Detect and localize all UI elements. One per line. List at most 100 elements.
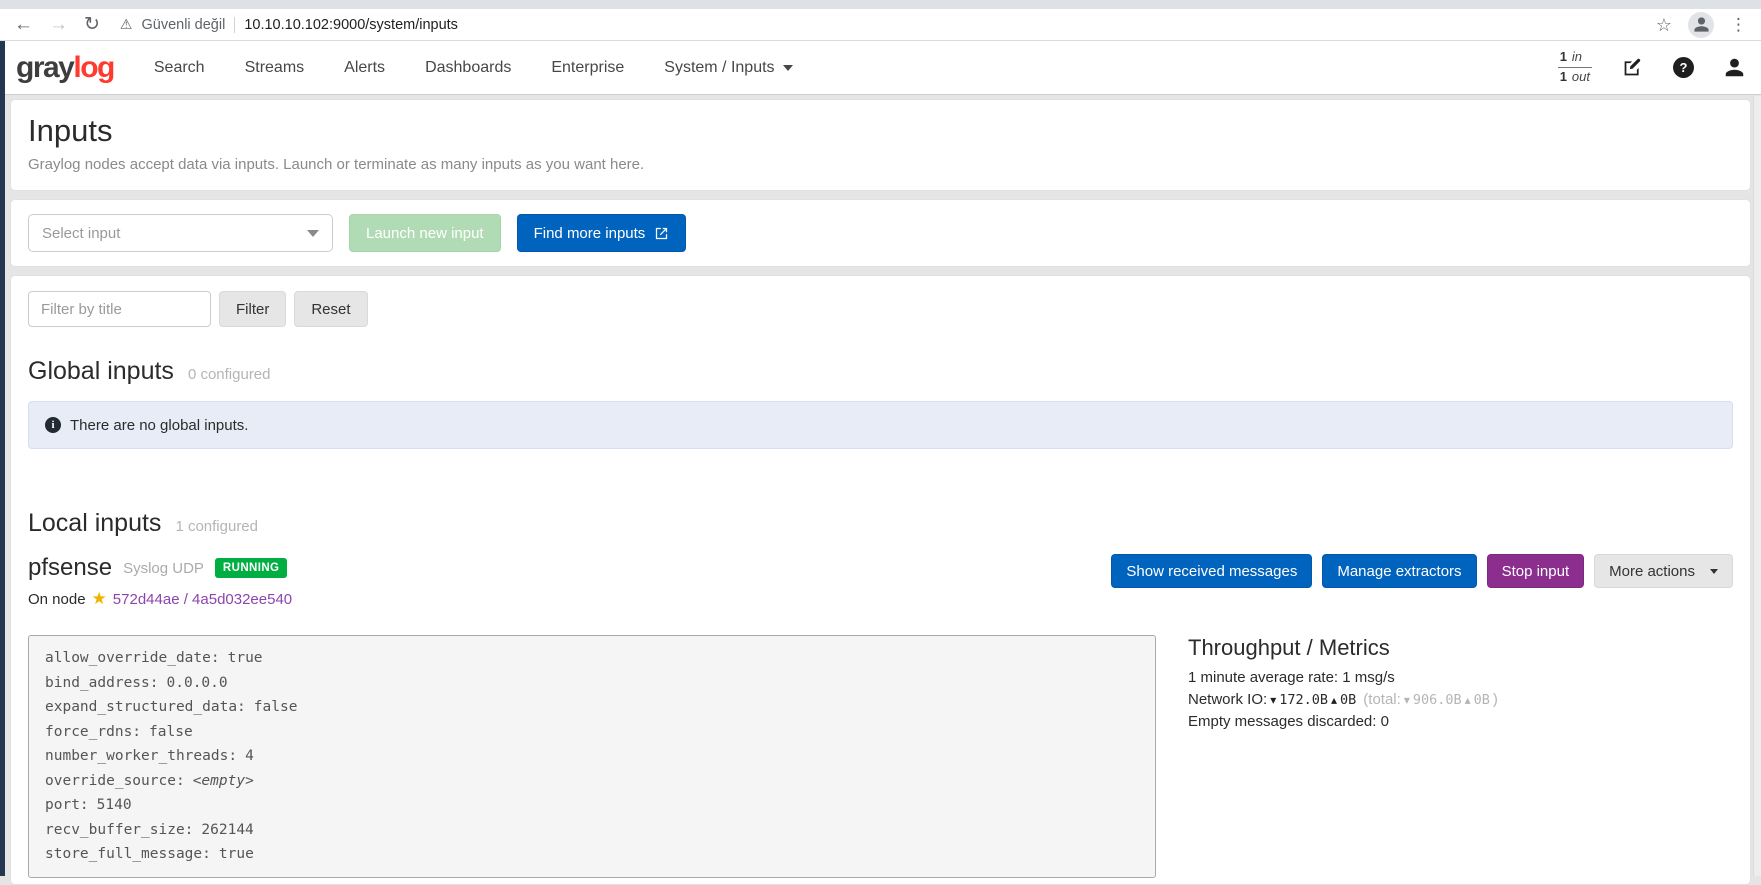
nav-item-alerts[interactable]: Alerts [344, 59, 385, 77]
input-title-block: pfsense Syslog UDP RUNNING On node ★ 572… [28, 554, 292, 609]
caret-down-icon [307, 229, 319, 237]
config-key: port: [45, 797, 89, 813]
security-warning-icon[interactable]: ⚠ [120, 16, 133, 33]
metrics-heading: Throughput / Metrics [1188, 635, 1390, 660]
nav-item-dashboards[interactable]: Dashboards [425, 59, 511, 77]
browser-chrome: ← → ↻ ⚠ Güvenli değil 10.10.10.102:9000/… [0, 0, 1761, 41]
config-value: <empty> [192, 772, 254, 789]
input-name: pfsense [28, 554, 113, 581]
page-description: Graylog nodes accept data via inputs. La… [28, 156, 645, 173]
local-inputs-count: 1 configured [175, 518, 258, 535]
config-key: store_full_message: [45, 846, 211, 862]
filter-button[interactable]: Filter [219, 291, 287, 327]
metric-network-io: Network IO: ▾ 172.0B ▴ 0B (total: ▾ 906.0B … [1188, 689, 1498, 711]
config-key: number_worker_threads: [45, 748, 238, 764]
nav-item-enterprise[interactable]: Enterprise [551, 59, 624, 77]
filter-input[interactable] [28, 291, 211, 327]
security-warning-label[interactable]: Güvenli değil [141, 17, 225, 33]
more-actions-button[interactable]: More actions [1594, 554, 1733, 588]
page-header-card: Inputs Graylog nodes accept data via inp… [10, 99, 1751, 191]
browser-toolbar: ← → ↻ ⚠ Güvenli değil 10.10.10.102:9000/… [0, 9, 1761, 41]
local-inputs-header: Local inputs 1 configured [28, 509, 1733, 538]
network-io-total-down-value: 906.0B [1412, 692, 1462, 708]
local-inputs-title: Local inputs [28, 509, 162, 537]
total-close-label: ) [1492, 691, 1498, 708]
user-account-icon[interactable] [1724, 57, 1745, 78]
throughput-widget[interactable]: 1 in 1 out [1557, 48, 1592, 87]
input-entry-header: pfsense Syslog UDP RUNNING On node ★ 572… [28, 554, 1733, 609]
help-icon[interactable]: ? [1673, 57, 1694, 78]
download-arrow-icon: ▾ [1403, 693, 1410, 707]
leader-star-icon: ★ [91, 589, 107, 608]
input-actions: Show received messages Manage extractors… [1111, 554, 1733, 588]
input-type: Syslog UDP [123, 559, 204, 577]
url-separator [234, 16, 236, 33]
config-value: false [253, 699, 298, 715]
browser-back-icon[interactable]: ← [14, 15, 33, 34]
global-inputs-header: Global inputs 0 configured [28, 357, 1733, 386]
throughput-in: 1 in [1557, 48, 1592, 68]
nav-item-system-inputs[interactable]: System / Inputs [664, 58, 793, 77]
launch-new-input-button[interactable]: Launch new input [349, 214, 501, 252]
manage-extractors-button[interactable]: Manage extractors [1322, 554, 1477, 588]
browser-profile-avatar[interactable] [1688, 11, 1714, 38]
config-key: force_rdns: [45, 723, 142, 740]
config-key: recv_buffer_size: [45, 821, 194, 838]
reset-button[interactable]: Reset [294, 291, 368, 327]
node-prefix: On node [28, 590, 86, 608]
download-arrow-icon: ▾ [1270, 693, 1277, 707]
find-more-inputs-button[interactable]: Find more inputs [516, 214, 687, 252]
metric-average-rate: 1 minute average rate: 1 msg/s [1188, 667, 1498, 689]
stop-input-button[interactable]: Stop input [1486, 554, 1585, 588]
average-rate-text: 1 minute average rate: 1 msg/s [1188, 669, 1395, 686]
navbar-right: 1 in 1 out ? [1557, 48, 1745, 87]
config-row: force_rdns: false [45, 720, 1139, 745]
info-icon: i [45, 417, 61, 433]
external-link-icon [656, 227, 668, 239]
bookmark-star-icon[interactable]: ☆ [1656, 16, 1672, 34]
filter-row: Filter Reset [28, 291, 1733, 327]
logo-log-text: log [73, 50, 115, 84]
upload-arrow-icon: ▴ [1464, 693, 1471, 707]
total-open-label: (total: [1363, 691, 1401, 708]
url-text[interactable]: 10.10.10.102:9000/system/inputs [244, 17, 458, 33]
nav-item-system-inputs-label: System / Inputs [664, 58, 775, 76]
config-key: allow_override_date: [45, 650, 220, 666]
graylog-logo[interactable]: graylog [16, 50, 115, 85]
select-input-placeholder: Select input [42, 224, 121, 242]
upload-arrow-icon: ▴ [1331, 693, 1338, 707]
create-input-card: Select input Launch new input Find more … [10, 199, 1751, 267]
throughput-in-unit: in [1571, 48, 1583, 64]
status-badge: RUNNING [214, 558, 288, 578]
browser-address-bar[interactable]: ⚠ Güvenli değil 10.10.10.102:9000/system… [120, 16, 1640, 33]
config-row: override_source: <empty> [45, 769, 1139, 794]
network-io-label: Network IO: [1188, 691, 1268, 708]
nav-links: Search Streams Alerts Dashboards Enterpr… [154, 59, 793, 77]
edit-compose-icon[interactable] [1622, 57, 1643, 78]
nav-item-search[interactable]: Search [154, 59, 205, 77]
network-io-total: (total: ▾ 906.0B ▴ 0B ) [1363, 689, 1498, 711]
select-input-dropdown[interactable]: Select input [28, 214, 333, 252]
empty-discarded-text: Empty messages discarded: 0 [1188, 713, 1389, 730]
input-configuration-well: allow_override_date: true bind_address: 0.… [28, 635, 1156, 878]
throughput-out-value: 1 [1559, 68, 1567, 84]
metric-empty-discarded: Empty messages discarded: 0 [1188, 711, 1498, 733]
browser-menu-icon[interactable]: ⋮ [1730, 16, 1747, 33]
config-row: allow_override_date: true [45, 646, 1139, 671]
network-io-down-value: 172.0B [1279, 692, 1328, 708]
window-left-edge [0, 41, 5, 876]
no-global-inputs-message: There are no global inputs. [70, 416, 249, 434]
config-value: 5140 [96, 797, 132, 813]
nav-item-streams[interactable]: Streams [245, 59, 305, 77]
node-link[interactable]: 572d44ae / 4a5d032ee540 [113, 591, 292, 608]
browser-top-strip [0, 0, 1761, 9]
browser-forward-icon[interactable]: → [49, 15, 68, 34]
show-received-messages-button[interactable]: Show received messages [1111, 554, 1313, 588]
find-more-inputs-label: Find more inputs [533, 224, 646, 242]
person-icon [1693, 17, 1709, 32]
throughput-out-unit: out [1571, 68, 1590, 84]
browser-reload-icon[interactable]: ↻ [84, 15, 100, 34]
more-actions-label: More actions [1609, 562, 1695, 580]
config-key: override_source: [45, 772, 185, 789]
config-row: port: 5140 [45, 793, 1139, 818]
